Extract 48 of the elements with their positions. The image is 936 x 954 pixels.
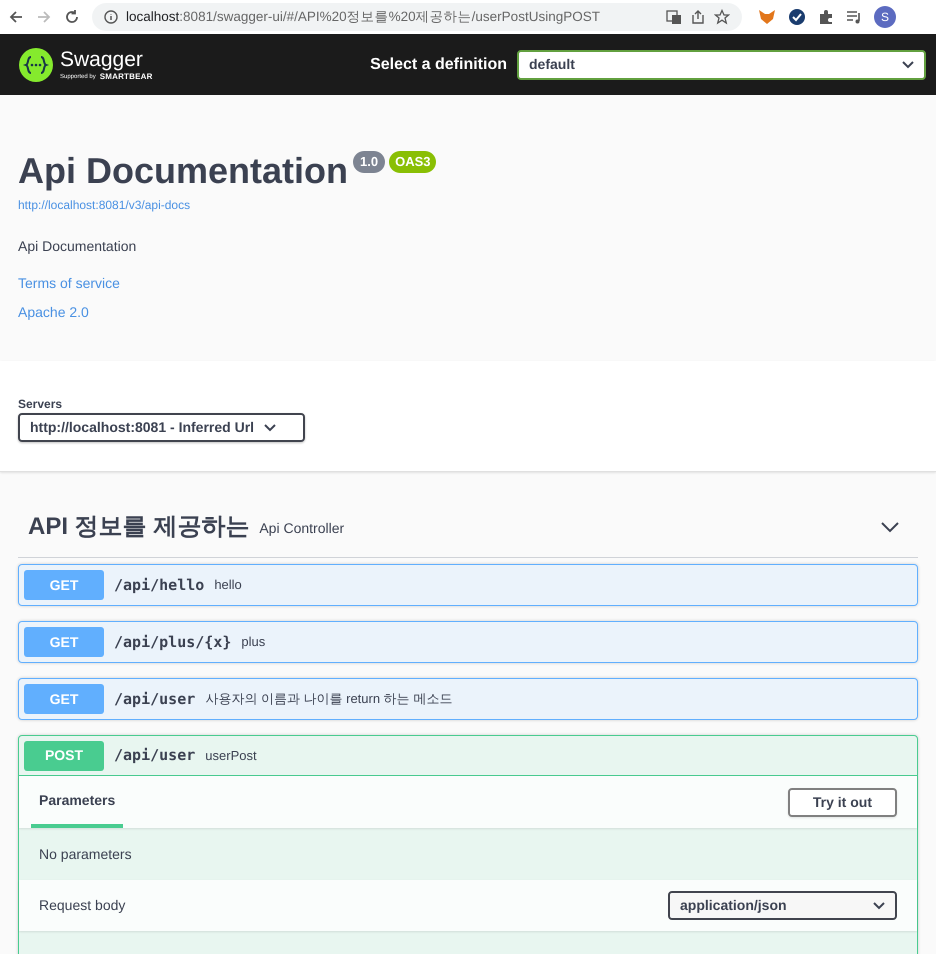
star-icon[interactable] xyxy=(714,9,730,25)
info-icon xyxy=(104,10,118,24)
puzzle-icon[interactable] xyxy=(818,9,834,25)
server-select[interactable]: http://localhost:8081 - Inferred Url xyxy=(18,413,305,442)
chevron-down-icon xyxy=(873,902,885,910)
definition-label: Select a definition xyxy=(370,54,507,74)
reload-icon[interactable] xyxy=(64,9,80,25)
operation-summary: plus xyxy=(241,633,266,652)
servers-label: Servers xyxy=(18,397,64,411)
share-icon[interactable] xyxy=(690,9,706,25)
no-parameters-text: No parameters xyxy=(39,844,132,864)
tag-header[interactable]: API 정보를 제공하는 Api Controller xyxy=(18,496,918,558)
method-badge: GET xyxy=(24,627,104,657)
operation-summary: userPost xyxy=(205,746,257,765)
fox-icon[interactable] xyxy=(758,8,776,26)
playlist-icon[interactable] xyxy=(846,9,862,25)
method-badge: POST xyxy=(24,740,104,770)
api-title: Api Documentation xyxy=(18,149,348,193)
tag-description: Api Controller xyxy=(259,519,344,538)
smartbear-wordmark: SMARTBEAR xyxy=(100,72,153,80)
endpoint-path[interactable]: /api/plus/{x} xyxy=(114,630,232,654)
definition-select[interactable]: default xyxy=(517,50,926,80)
spec-badge: OAS3 xyxy=(389,151,436,172)
url-text: localhost:8081/swagger-ui/#/API%20정보를%20제공하는/userPostUsingPOST xyxy=(126,8,601,26)
chevron-down-icon xyxy=(902,60,914,68)
method-badge: GET xyxy=(24,684,104,714)
swagger-wordmark: Swagger xyxy=(60,48,144,70)
tag-name: API 정보를 제공하는 xyxy=(28,512,250,542)
address-bar[interactable]: localhost:8081/swagger-ui/#/API%20정보를%20제공하는/userPostUsingPOST xyxy=(92,3,742,31)
endpoint-path[interactable]: /api/user xyxy=(114,744,196,767)
api-description: Api Documentation xyxy=(18,237,138,256)
parameters-tab[interactable]: Parameters xyxy=(31,776,124,828)
translate-icon[interactable] xyxy=(666,9,682,25)
operation-summary: 사용자의 이름과 나이를 return 하는 메소드 xyxy=(205,690,452,708)
endpoint-path[interactable]: /api/user xyxy=(114,688,196,710)
check-circle-icon[interactable] xyxy=(788,8,806,26)
method-badge: GET xyxy=(24,570,104,600)
request-body-label: Request body xyxy=(39,896,126,915)
chevron-down-icon xyxy=(264,424,276,432)
profile-avatar[interactable]: S xyxy=(874,6,896,28)
back-icon[interactable] xyxy=(8,9,24,25)
operation-summary: hello xyxy=(214,576,242,594)
version-badge: 1.0 xyxy=(353,151,386,172)
swagger-logo-icon xyxy=(18,46,54,82)
chevron-icon[interactable] xyxy=(880,520,900,532)
try-it-out-button[interactable]: Try it out xyxy=(788,788,897,816)
content-type-select[interactable]: application/json xyxy=(668,891,897,920)
endpoint-path[interactable]: /api/hello xyxy=(114,574,204,596)
